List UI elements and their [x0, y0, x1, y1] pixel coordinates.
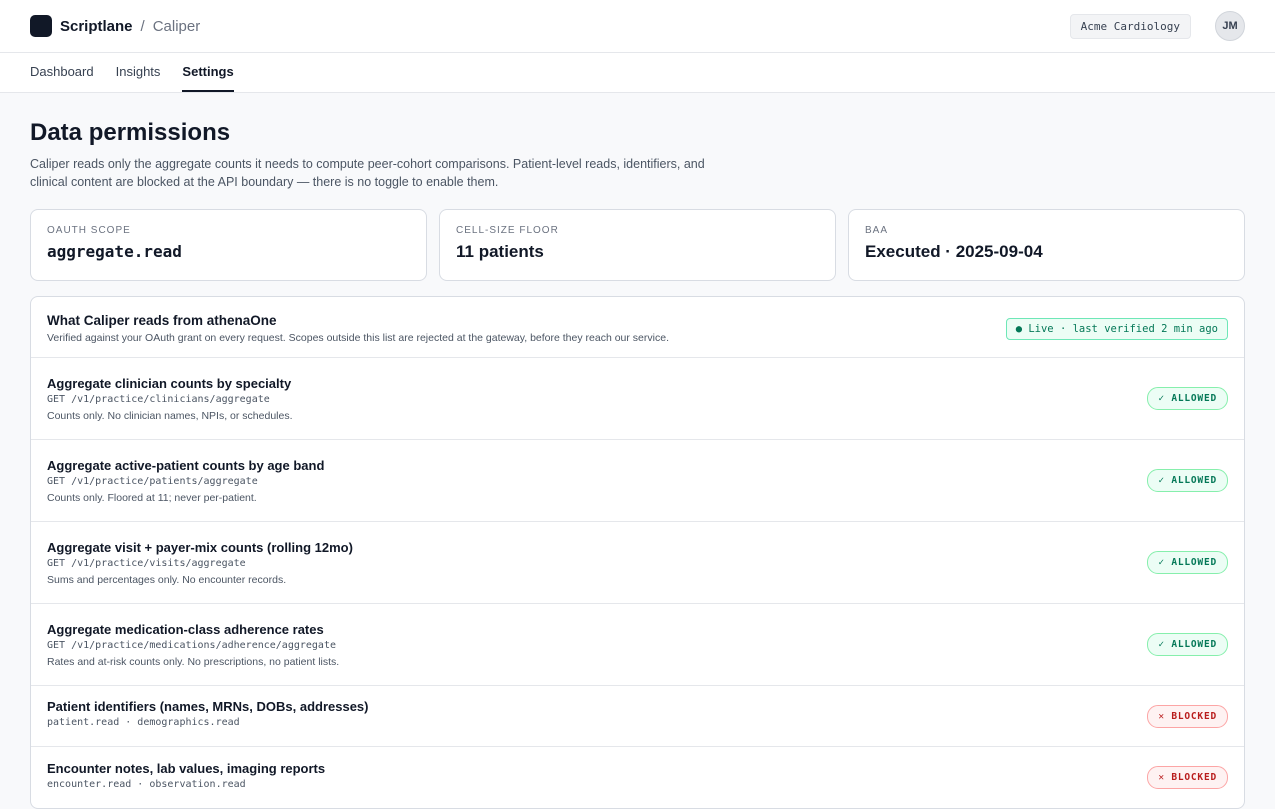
product-name: Caliper: [152, 17, 201, 35]
permission-endpoint: GET /v1/practice/patients/aggregate: [47, 475, 258, 487]
permission-scopes: patient.read · demographics.read: [47, 717, 240, 728]
panel-header: What Caliper reads from athenaOne Verifi…: [31, 297, 1244, 358]
permission-note: Counts only. Floored at 11; never per-pa…: [47, 491, 257, 504]
blocked-badge: ✕ BLOCKED: [1147, 766, 1228, 789]
allowed-badge: ✓ ALLOWED: [1147, 469, 1228, 492]
permission-title: Aggregate medication-class adherence rat…: [47, 621, 324, 637]
allowed-badge: ✓ ALLOWED: [1147, 387, 1228, 410]
permission-title: Patient identifiers (names, MRNs, DOBs, …: [47, 699, 369, 714]
permission-row: Aggregate clinician counts by specialty …: [31, 358, 1244, 440]
permission-endpoint: GET /v1/practice/medications/adherence/a…: [47, 639, 336, 651]
permission-row: Encounter notes, lab values, imaging rep…: [31, 747, 1244, 808]
brand[interactable]: Scriptlane / Caliper: [30, 15, 200, 37]
stat-label: CELL-SIZE FLOOR: [456, 225, 559, 236]
main-content: Data permissions Caliper reads only the …: [0, 93, 1275, 809]
logo-icon: [30, 15, 52, 37]
permission-endpoint: GET /v1/practice/clinicians/aggregate: [47, 393, 270, 405]
stat-value: Executed · 2025-09-04: [865, 242, 1043, 261]
stat-value: aggregate.read: [47, 242, 182, 261]
tab-insights[interactable]: Insights: [116, 53, 161, 92]
page-description: Caliper reads only the aggregate counts …: [30, 157, 705, 189]
tab-dashboard[interactable]: Dashboard: [30, 53, 94, 92]
page-title: Data permissions: [30, 119, 231, 146]
permission-row: Aggregate active-patient counts by age b…: [31, 440, 1244, 522]
stat-cards: OAUTH SCOPE aggregate.read CELL-SIZE FLO…: [30, 209, 1245, 281]
stat-card-baa: BAA Executed · 2025-09-04: [848, 209, 1245, 281]
permission-title: Aggregate clinician counts by specialty: [47, 375, 292, 391]
permission-scopes: encounter.read · observation.read: [47, 778, 246, 790]
top-bar: Scriptlane / Caliper Acme Cardiology JM: [0, 0, 1275, 53]
stat-label: BAA: [865, 225, 889, 236]
org-switcher[interactable]: Acme Cardiology: [1069, 13, 1191, 39]
permission-row: Aggregate medication-class adherence rat…: [31, 604, 1244, 686]
permission-endpoint: GET /v1/practice/visits/aggregate: [47, 557, 246, 569]
permissions-panel: What Caliper reads from athenaOne Verifi…: [30, 296, 1245, 809]
permission-note: Sums and percentages only. No encounter …: [47, 573, 287, 586]
permission-note: Counts only. No clinician names, NPIs, o…: [47, 409, 293, 422]
stat-label: OAUTH SCOPE: [47, 225, 131, 236]
brand-name: Scriptlane: [60, 17, 133, 35]
permission-row: Aggregate visit + payer-mix counts (roll…: [31, 522, 1244, 604]
permission-row: Patient identifiers (names, MRNs, DOBs, …: [31, 686, 1244, 747]
permission-note: Rates and at-risk counts only. No prescr…: [47, 655, 340, 668]
panel-subtitle: Verified against your OAuth grant on eve…: [47, 332, 669, 344]
permission-title: Aggregate visit + payer-mix counts (roll…: [47, 539, 353, 555]
tab-settings[interactable]: Settings: [182, 53, 234, 92]
live-status-badge: ● Live · last verified 2 min ago: [1005, 317, 1228, 340]
allowed-badge: ✓ ALLOWED: [1147, 551, 1228, 574]
top-right: Acme Cardiology JM: [1069, 11, 1245, 41]
stat-card-cell-size-floor: CELL-SIZE FLOOR 11 patients: [439, 209, 836, 281]
panel-title: What Caliper reads from athenaOne: [47, 313, 277, 328]
stat-value: 11 patients: [456, 242, 544, 261]
avatar[interactable]: JM: [1215, 11, 1245, 41]
permission-title: Encounter notes, lab values, imaging rep…: [47, 760, 326, 776]
stat-card-oauth-scope: OAUTH SCOPE aggregate.read: [30, 209, 427, 281]
nav-tabs: Dashboard Insights Settings: [0, 53, 1275, 93]
permission-title: Aggregate active-patient counts by age b…: [47, 457, 325, 473]
allowed-badge: ✓ ALLOWED: [1147, 633, 1228, 656]
blocked-badge: ✕ BLOCKED: [1147, 704, 1228, 728]
brand-separator: /: [140, 17, 145, 35]
